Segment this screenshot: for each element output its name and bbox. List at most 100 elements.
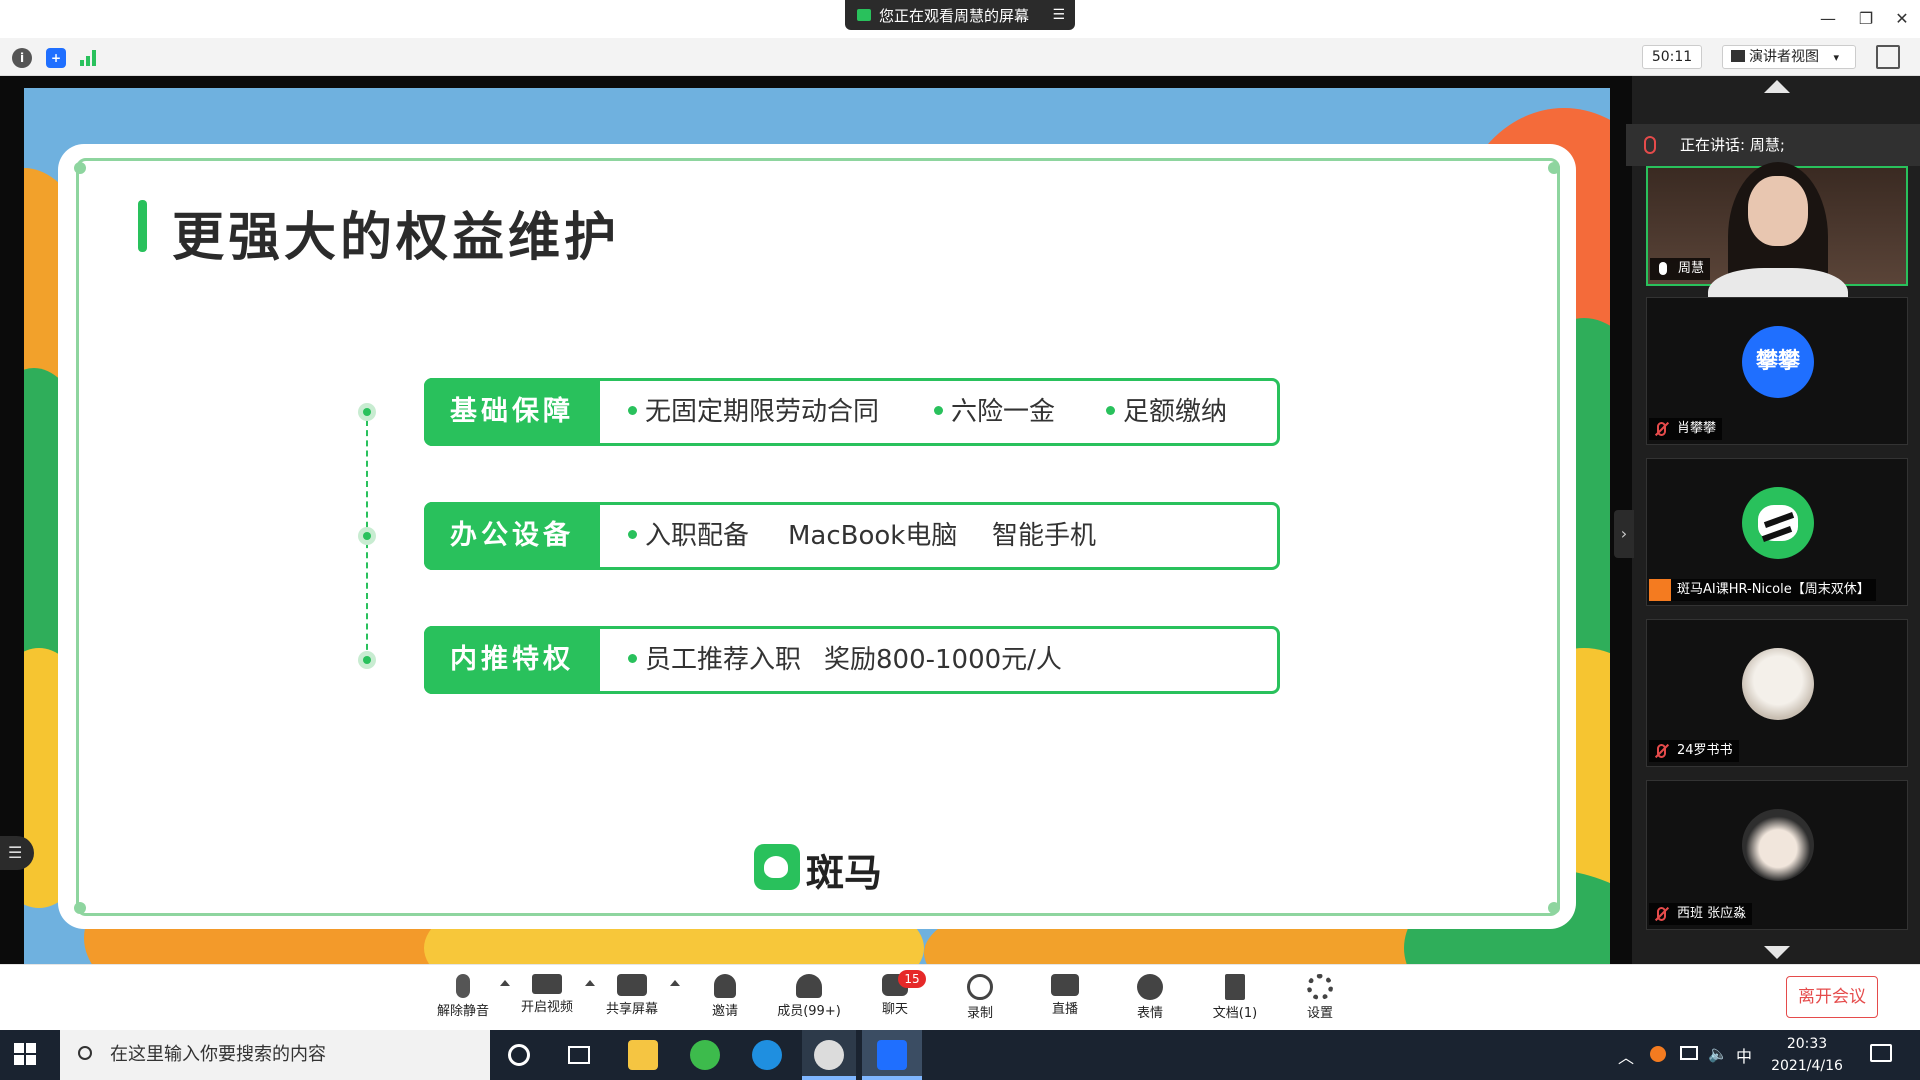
live-icon xyxy=(1051,974,1079,996)
screen-share-status[interactable]: 您正在观看周慧的屏幕 ☰ xyxy=(845,0,1075,30)
ie-icon[interactable] xyxy=(752,1040,782,1070)
members-icon xyxy=(796,974,822,998)
reactions-button[interactable]: 表情 xyxy=(1115,970,1185,1026)
search-icon xyxy=(78,1046,92,1060)
taskbar-search-input[interactable]: 在这里输入你要搜索的内容 xyxy=(60,1030,490,1080)
benefit-item: 六险一金 xyxy=(934,378,1055,446)
view-mode-dropdown[interactable]: 演讲者视图 ▾ xyxy=(1722,45,1856,69)
mic-muted-icon xyxy=(1657,744,1666,758)
volume-icon[interactable]: 🔈 xyxy=(1708,1044,1728,1063)
participant-name: 斑马AI课HR-Nicole【周末双休】 xyxy=(1649,579,1876,601)
timeline-node xyxy=(358,527,376,545)
invite-button[interactable]: 邀请 xyxy=(690,970,760,1026)
avatar xyxy=(1742,648,1814,720)
menu-icon[interactable]: ☰ xyxy=(1052,7,1065,23)
participant-tile[interactable]: 西班 张应淼 xyxy=(1646,780,1908,930)
docs-button[interactable]: 文档(1) xyxy=(1200,970,1270,1026)
benefit-item: 入职配备 xyxy=(628,502,749,570)
avatar xyxy=(1742,487,1814,559)
leave-meeting-button[interactable]: 离开会议 xyxy=(1786,976,1878,1018)
chat-unread-badge: 15 xyxy=(898,970,926,988)
gear-icon xyxy=(1307,974,1333,1000)
zebra-logo-icon xyxy=(754,844,800,890)
mic-muted-icon xyxy=(1657,907,1666,921)
participant-tile[interactable]: 24罗书书 xyxy=(1646,619,1908,767)
mic-muted-icon xyxy=(1657,422,1666,436)
video-off-icon xyxy=(532,974,562,994)
unmute-button[interactable]: 解除静音 xyxy=(428,970,498,1026)
layout-icon xyxy=(1731,50,1745,62)
shield-icon[interactable]: + xyxy=(46,48,66,68)
share-status-text: 您正在观看周慧的屏幕 xyxy=(879,6,1030,25)
meeting-timer: 50:11 xyxy=(1642,45,1702,69)
clock-date: 2021/4/16 xyxy=(1771,1058,1843,1074)
benefit-tag: 办公设备 xyxy=(424,502,600,570)
benefit-item: 足额缴纳 xyxy=(1106,378,1227,446)
close-button[interactable]: ✕ xyxy=(1888,6,1916,32)
smile-icon xyxy=(1137,974,1163,1000)
benefit-tag: 基础保障 xyxy=(424,378,600,446)
tray-app-icon[interactable] xyxy=(1650,1046,1666,1062)
file-explorer-icon[interactable] xyxy=(628,1040,658,1070)
scroll-down-icon[interactable] xyxy=(1764,946,1790,959)
chevron-up-icon[interactable] xyxy=(670,980,680,986)
cortana-icon[interactable] xyxy=(508,1044,530,1066)
benefit-item: 奖励800-1000元/人 xyxy=(824,645,1062,675)
browser-360-icon[interactable] xyxy=(690,1040,720,1070)
share-screen-button[interactable]: 共享屏幕 xyxy=(597,970,667,1026)
participant-name: 西班 张应淼 xyxy=(1649,903,1753,925)
record-button[interactable]: 录制 xyxy=(945,970,1015,1026)
add-user-icon xyxy=(714,974,736,998)
chevron-up-icon[interactable] xyxy=(500,980,510,986)
benefit-tag: 内推特权 xyxy=(424,626,600,694)
restore-button[interactable]: ❐ xyxy=(1852,6,1880,32)
members-button[interactable]: 成员(99+) xyxy=(774,970,844,1026)
app-icon[interactable] xyxy=(814,1040,844,1070)
document-icon xyxy=(1225,974,1245,1000)
info-icon[interactable]: i xyxy=(12,48,32,68)
signal-icon[interactable] xyxy=(80,50,98,66)
timeline-node xyxy=(358,651,376,669)
notification-icon[interactable] xyxy=(1870,1044,1892,1062)
start-video-button[interactable]: 开启视频 xyxy=(512,970,582,1026)
settings-button[interactable]: 设置 xyxy=(1285,970,1355,1026)
benefit-item: MacBook电脑 xyxy=(788,521,958,551)
participant-tile[interactable]: 周慧 xyxy=(1646,162,1908,328)
benefit-item: 智能手机 xyxy=(992,521,1097,551)
participant-tile[interactable]: 斑马AI课HR-Nicole【周末双休】 xyxy=(1646,458,1908,606)
chevron-down-icon: ▾ xyxy=(1833,51,1839,64)
mic-icon xyxy=(1644,136,1656,154)
slide-title: 更强大的权益维护 xyxy=(172,208,621,268)
meeting-info-bar xyxy=(0,38,1920,76)
scroll-up-icon[interactable] xyxy=(1764,80,1790,93)
user-icon xyxy=(1649,579,1671,601)
taskbar-clock[interactable]: 20:33 2021/4/16 xyxy=(1752,1033,1862,1077)
live-button[interactable]: 直播 xyxy=(1030,970,1100,1026)
chevron-up-icon[interactable]: ︿ xyxy=(1618,1044,1634,1068)
avatar: 攀攀 xyxy=(1742,326,1814,398)
ime-indicator[interactable]: 中 xyxy=(1736,1043,1752,1067)
participant-tile[interactable]: 攀攀 肖攀攀 xyxy=(1646,297,1908,445)
record-icon xyxy=(967,974,993,1000)
share-screen-icon xyxy=(617,974,647,996)
participant-name: 周慧 xyxy=(1650,258,1711,280)
title-accent-bar xyxy=(138,200,147,252)
chevron-up-icon[interactable] xyxy=(585,980,595,986)
minimize-button[interactable]: — xyxy=(1814,6,1842,32)
collapse-gallery-button[interactable]: › xyxy=(1614,510,1634,558)
benefit-item: 员工推荐入职 xyxy=(628,626,801,694)
tencent-meeting-icon[interactable] xyxy=(877,1040,907,1070)
active-speaker-text: 正在讲话: 周慧; xyxy=(1680,136,1785,154)
active-indicator xyxy=(802,1076,856,1080)
benefit-item: 无固定期限劳动合同 xyxy=(628,378,879,446)
list-icon[interactable]: ☰ xyxy=(0,836,34,870)
participant-name: 24罗书书 xyxy=(1649,740,1739,762)
network-icon[interactable] xyxy=(1680,1046,1698,1060)
avatar xyxy=(1742,809,1814,881)
windows-start-icon[interactable] xyxy=(14,1043,36,1065)
active-speaker-banner: 正在讲话: 周慧; xyxy=(1626,124,1920,166)
task-view-icon[interactable] xyxy=(568,1046,590,1064)
timeline-node xyxy=(358,403,376,421)
search-placeholder: 在这里输入你要搜索的内容 xyxy=(110,1044,326,1065)
fullscreen-icon[interactable] xyxy=(1876,45,1900,69)
